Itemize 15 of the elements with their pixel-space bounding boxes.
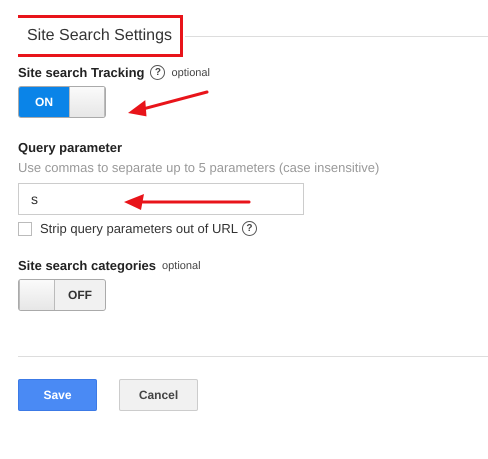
- help-icon[interactable]: ?: [242, 221, 257, 236]
- input-field[interactable]: s: [18, 183, 304, 215]
- help-icon[interactable]: ?: [150, 65, 166, 80]
- section-title: Site Search Settings: [18, 15, 183, 57]
- field-label: Query parameter: [18, 140, 122, 155]
- cancel-button[interactable]: Cancel: [119, 379, 198, 411]
- checkbox[interactable]: [18, 222, 32, 236]
- toggle-switch[interactable]: OFF: [18, 279, 106, 311]
- toggle-switch[interactable]: ON: [18, 86, 106, 118]
- field-label: Site search Tracking: [18, 65, 144, 80]
- field-hint: Use commas to separate up to 5 parameters (case insensitive): [18, 160, 380, 175]
- optional-label: optional: [162, 260, 201, 272]
- optional-label: optional: [171, 66, 210, 78]
- checkbox-label: Strip query parameters out of URL: [40, 221, 238, 236]
- field-label: Site search categories: [18, 258, 156, 273]
